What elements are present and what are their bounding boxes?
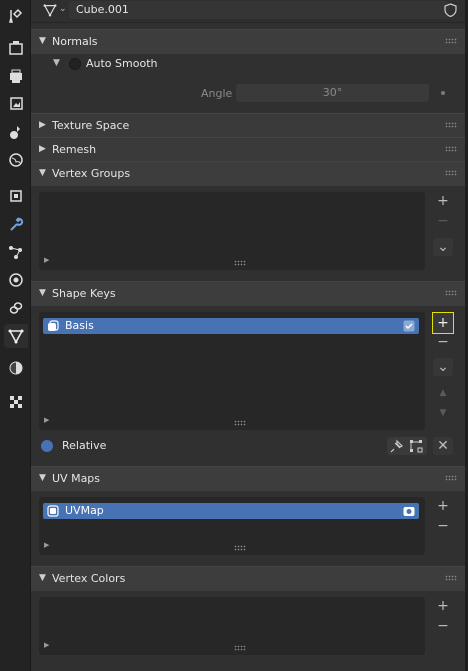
keyframe-dot-icon[interactable]: [441, 91, 445, 95]
panel-texture-space[interactable]: ▶ Texture Space: [31, 113, 465, 138]
remove-shape-key-button[interactable]: −: [433, 333, 453, 351]
filter-triangle-icon[interactable]: ▶: [44, 416, 49, 424]
properties-editor: ⌄ Cube.001 ▼ Normals ▼ Auto Smooth Angle…: [31, 0, 465, 671]
drag-handle-icon[interactable]: [445, 475, 457, 481]
panel-remesh[interactable]: ▶ Remesh: [31, 137, 465, 162]
vertex-group-menu-button[interactable]: ⌄: [433, 238, 453, 256]
relative-checkbox[interactable]: [41, 440, 53, 452]
expand-triangle-icon[interactable]: ▼: [53, 58, 60, 68]
checkbox-checked-icon[interactable]: [403, 320, 415, 332]
expand-triangle-icon: ▼: [39, 288, 46, 298]
expand-triangle-icon: ▼: [39, 573, 46, 583]
expand-triangle-icon: ▼: [39, 36, 46, 46]
filter-triangle-icon[interactable]: ▶: [44, 541, 49, 549]
tool-icon[interactable]: [4, 4, 28, 28]
modifier-icon[interactable]: [4, 212, 28, 236]
relative-label: Relative: [62, 439, 107, 452]
angle-label: Angle: [201, 87, 233, 100]
panel-title: Shape Keys: [52, 287, 116, 300]
remove-vertex-color-button[interactable]: −: [433, 617, 453, 635]
shape-key-icon: [48, 320, 59, 331]
particles-icon[interactable]: [4, 240, 28, 264]
drag-handle-icon[interactable]: [445, 290, 457, 296]
scene-icon[interactable]: [4, 120, 28, 144]
move-down-button[interactable]: ▼: [433, 404, 453, 422]
panel-shape-keys[interactable]: ▼ Shape Keys: [31, 281, 465, 306]
world-icon[interactable]: [4, 148, 28, 172]
drag-handle-icon[interactable]: [445, 38, 457, 44]
resize-grip-icon[interactable]: [234, 545, 246, 551]
drag-handle-icon[interactable]: [445, 170, 457, 176]
pin-icon[interactable]: [390, 439, 404, 453]
add-vertex-color-button[interactable]: +: [433, 597, 453, 615]
output-icon[interactable]: [4, 64, 28, 88]
physics-icon[interactable]: [4, 268, 28, 292]
panel-normals[interactable]: ▼ Normals: [31, 29, 465, 54]
list-item[interactable]: Basis: [43, 318, 419, 334]
remove-uv-map-button[interactable]: −: [433, 517, 453, 535]
drag-handle-icon[interactable]: [445, 575, 457, 581]
resize-grip-icon[interactable]: [234, 645, 246, 651]
data-icon[interactable]: [4, 324, 28, 348]
camera-icon[interactable]: [403, 505, 415, 517]
panel-title: Vertex Colors: [52, 572, 126, 585]
panel-title: Texture Space: [52, 119, 130, 132]
drag-handle-icon[interactable]: [445, 146, 457, 152]
auto-smooth-checkbox[interactable]: [69, 58, 81, 70]
shape-keys-list[interactable]: Basis ▶: [39, 312, 425, 430]
mesh-data-icon[interactable]: [43, 3, 57, 17]
constraints-icon[interactable]: [4, 296, 28, 320]
shape-key-menu-button[interactable]: ⌄: [433, 358, 453, 376]
expand-triangle-icon: ▼: [39, 168, 46, 178]
vertex-colors-list[interactable]: ▶: [39, 597, 425, 655]
resize-grip-icon[interactable]: [234, 420, 246, 426]
chevron-down-icon[interactable]: ⌄: [59, 4, 67, 14]
collapse-triangle-icon: ▶: [39, 120, 46, 130]
uv-map-icon: [47, 505, 59, 517]
move-up-button[interactable]: ▲: [433, 384, 453, 402]
panel-title: Vertex Groups: [52, 167, 131, 180]
edit-mode-icon[interactable]: [409, 439, 423, 453]
drag-handle-icon[interactable]: [445, 122, 457, 128]
object-name: Cube.001: [76, 3, 129, 16]
view-layer-icon[interactable]: [4, 92, 28, 116]
object-name-field[interactable]: Cube.001: [69, 1, 449, 19]
material-icon[interactable]: [4, 356, 28, 380]
shield-icon[interactable]: [444, 3, 457, 17]
shape-key-name: Basis: [65, 319, 94, 332]
angle-value: 30°: [322, 86, 343, 99]
collapse-triangle-icon: ▶: [39, 144, 46, 154]
add-shape-key-button[interactable]: +: [432, 312, 454, 334]
uv-map-name: UVMap: [65, 504, 104, 517]
data-block-header: ⌄ Cube.001: [31, 0, 465, 23]
remove-vertex-group-button[interactable]: −: [433, 212, 453, 230]
properties-tab-bar: [0, 0, 31, 671]
panel-vertex-colors[interactable]: ▼ Vertex Colors: [31, 566, 465, 591]
object-icon[interactable]: [4, 184, 28, 208]
vertex-groups-list[interactable]: ▶: [39, 192, 425, 270]
add-uv-map-button[interactable]: +: [433, 497, 453, 515]
panel-title: UV Maps: [52, 472, 101, 485]
filter-triangle-icon[interactable]: ▶: [44, 256, 49, 264]
clear-shape-key-button[interactable]: ✕: [433, 437, 453, 455]
filter-triangle-icon[interactable]: ▶: [44, 641, 49, 649]
panel-uv-maps[interactable]: ▼ UV Maps: [31, 466, 465, 491]
texture-icon[interactable]: [4, 390, 28, 414]
render-icon[interactable]: [4, 36, 28, 60]
panel-vertex-groups[interactable]: ▼ Vertex Groups: [31, 161, 465, 186]
shape-key-tools: [387, 437, 427, 455]
expand-triangle-icon: ▼: [39, 473, 46, 483]
list-item[interactable]: UVMap: [43, 503, 419, 519]
auto-smooth-label: Auto Smooth: [86, 57, 158, 70]
panel-title: Normals: [52, 35, 98, 48]
resize-grip-icon[interactable]: [234, 260, 246, 266]
uv-maps-list[interactable]: UVMap ▶: [39, 497, 425, 555]
panel-title: Remesh: [52, 143, 97, 156]
add-vertex-group-button[interactable]: +: [433, 192, 453, 210]
angle-field[interactable]: 30°: [236, 84, 429, 102]
